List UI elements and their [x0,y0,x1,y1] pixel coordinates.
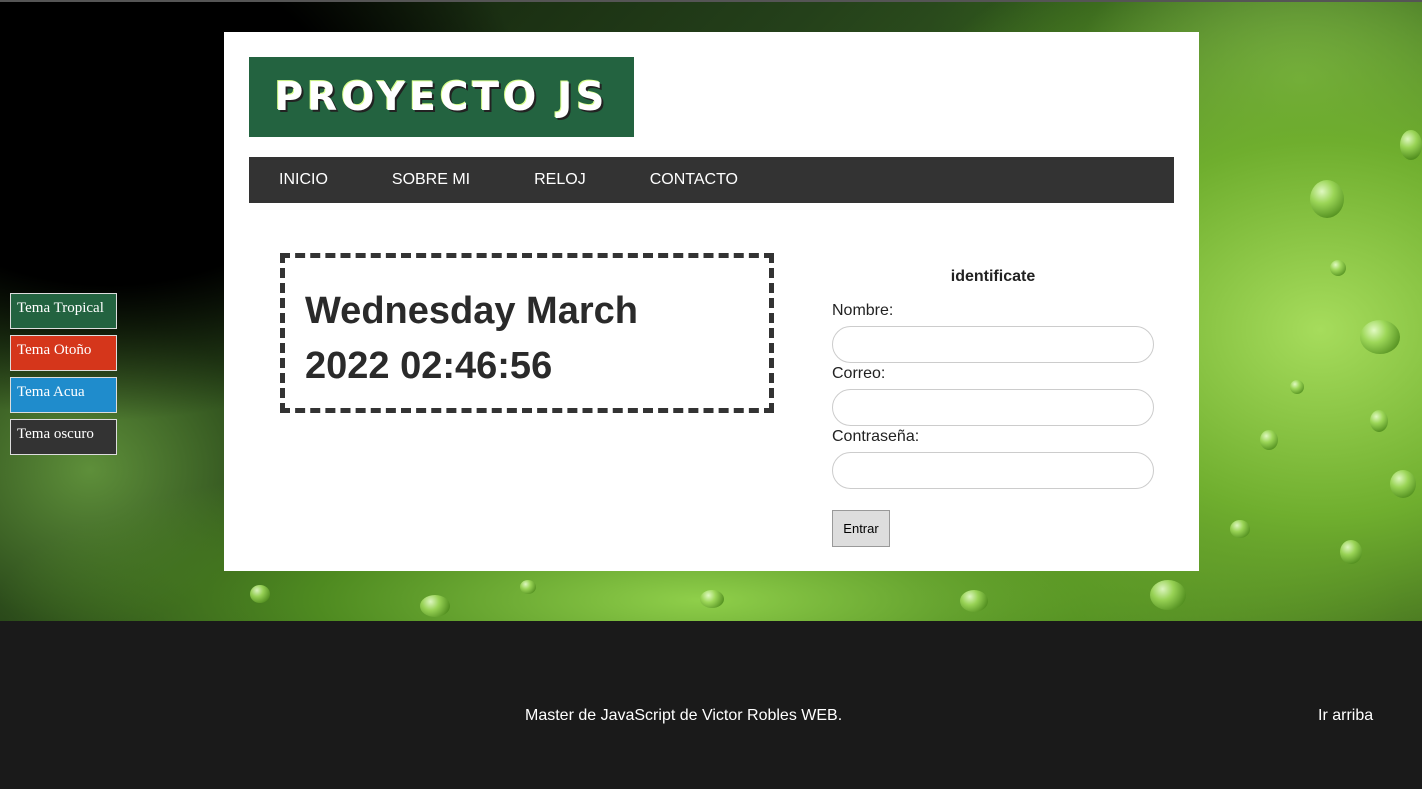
nav-item-reloj[interactable]: RELOJ [534,171,586,189]
theme-tropical-button[interactable]: Tema Tropical [10,293,117,329]
theme-oscuro-button[interactable]: Tema oscuro [10,419,117,455]
footer: Master de JavaScript de Victor Robles WE… [0,621,1422,789]
main-nav: INICIO SOBRE MI RELOJ CONTACTO [249,157,1174,203]
form-title: identificate [950,268,1036,285]
name-label: Nombre: [832,302,894,319]
nav-item-contacto[interactable]: CONTACTO [650,171,738,189]
logo-text: PROYECTO JS [274,74,609,120]
nav-item-sobre-mi[interactable]: SOBRE MI [392,171,470,189]
submit-button[interactable]: Entrar [832,510,890,547]
back-to-top-link[interactable]: Ir arriba [1318,707,1373,725]
theme-otono-button[interactable]: Tema Otoño [10,335,117,371]
logo[interactable]: PROYECTO JS [249,57,634,137]
email-field[interactable] [832,389,1154,426]
password-label: Contraseña: [832,428,920,445]
clock-box: Wednesday March 2022 02:46:56 [280,253,774,413]
top-border [0,0,1422,2]
clock-date: Wednesday March [305,290,638,332]
email-label: Correo: [832,365,886,382]
name-field[interactable] [832,326,1154,363]
footer-credit: Master de JavaScript de Victor Robles WE… [525,707,843,724]
theme-acua-button[interactable]: Tema Acua [10,377,117,413]
main-panel: PROYECTO JS INICIO SOBRE MI RELOJ CONTAC… [224,32,1199,571]
theme-switcher: Tema Tropical Tema Otoño Tema Acua Tema … [10,293,117,461]
nav-item-inicio[interactable]: INICIO [279,171,328,189]
password-field[interactable] [832,452,1154,489]
login-form: identificate Nombre: Correo: Contraseña:… [832,268,1154,547]
clock-time: 2022 02:46:56 [305,345,553,387]
